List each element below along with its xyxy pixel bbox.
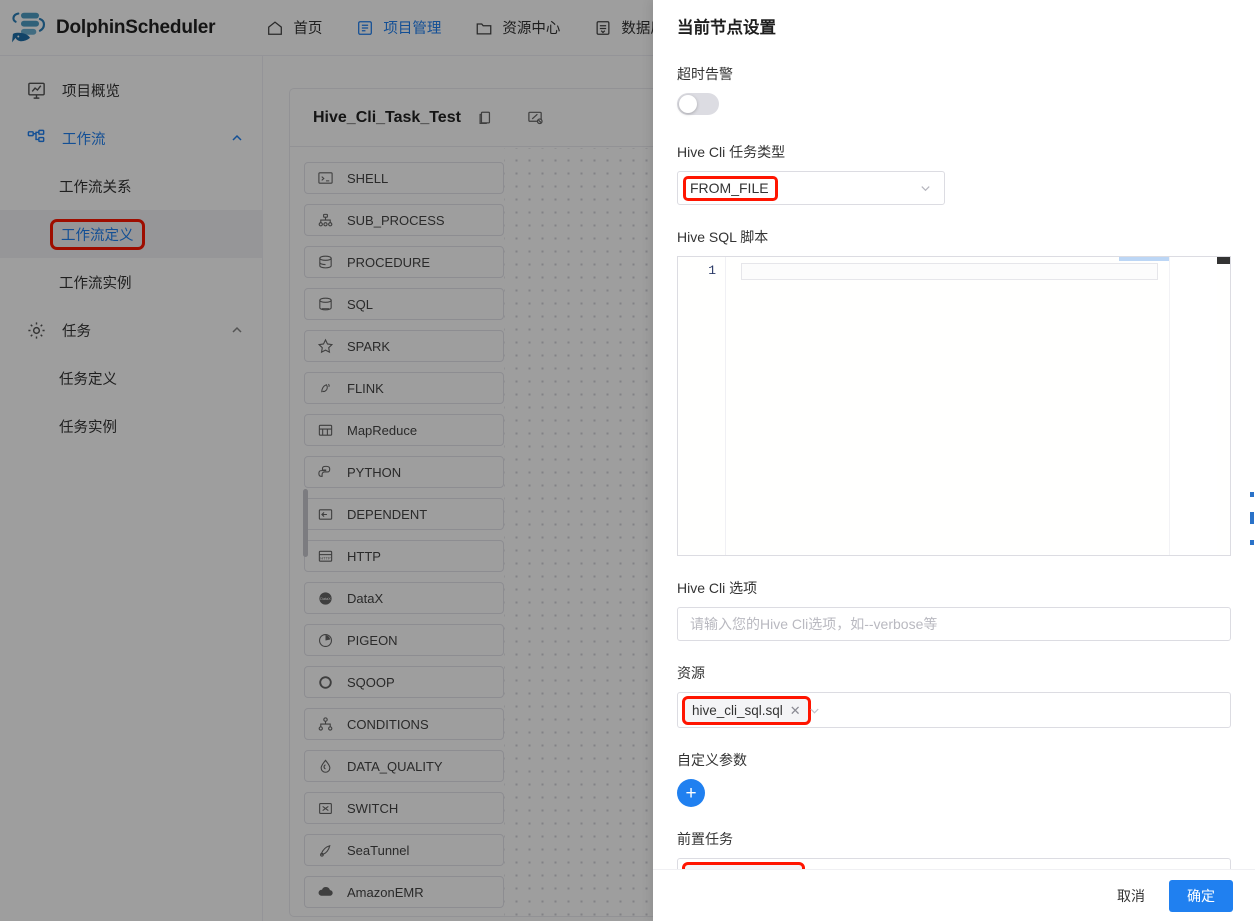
cancel-button[interactable]: 取消 [1107,880,1155,912]
hive-sql-editor[interactable]: 1 [677,256,1231,556]
resource-chip[interactable]: hive_cli_sql.sql ✕ [682,695,811,725]
hive-cli-task-type-select[interactable]: FROM_FILE [677,171,945,205]
label-custom-params: 自定义参数 [677,752,747,768]
hive-cli-options-input[interactable]: 请输入您的Hive Cli选项，如--verbose等 [677,607,1231,641]
edge-scroll-marks [1250,0,1255,921]
drawer-title: 当前节点设置 [677,19,776,37]
plus-icon: + [685,782,697,804]
editor-vertical-scroll-thumb[interactable] [1217,257,1230,264]
pre-tasks-select[interactable]: Hive_Cli_Task ✕ [677,858,1231,869]
confirm-button[interactable]: 确定 [1169,879,1233,912]
timeout-alarm-toggle[interactable] [677,93,719,115]
pre-task-chip[interactable]: Hive_Cli_Task ✕ [681,861,806,870]
label-hive-cli-options: Hive Cli 选项 [677,580,758,596]
label-hive-cli-task-type: Hive Cli 任务类型 [677,144,786,160]
screen-root: DolphinScheduler 首页 项目管理 资源中心 数据质量 项目概览 … [0,0,1255,921]
close-icon[interactable]: ✕ [790,704,801,717]
node-settings-drawer: 当前节点设置 超时告警 Hive Cli 任务类型 FROM_FILE Hive… [653,0,1255,921]
drawer-header: 当前节点设置 [653,0,1255,46]
pre-task-chip-label: Hive_Cli_Task [692,869,778,870]
chevron-down-icon-resources [810,708,819,714]
edge-mark [1250,512,1254,524]
editor-gutter: 1 [678,257,726,555]
editor-line-number: 1 [708,263,716,278]
editor-horizontal-slider[interactable] [1119,257,1169,261]
hive-cli-task-type-value: FROM_FILE [683,175,778,201]
editor-active-line [741,263,1158,280]
drawer-body: 超时告警 Hive Cli 任务类型 FROM_FILE Hive SQL 脚本 [653,46,1255,869]
drawer-footer: 取消 确定 [653,869,1255,921]
edge-mark [1250,492,1254,497]
edge-mark [1250,540,1254,545]
field-resources: 资源 hive_cli_sql.sql ✕ [677,663,1231,728]
hive-cli-options-placeholder: 请输入您的Hive Cli选项，如--verbose等 [690,616,938,632]
add-custom-param-button[interactable]: + [677,779,705,807]
label-resources: 资源 [677,665,705,681]
label-timeout-alarm: 超时告警 [677,66,733,82]
field-timeout-alarm: 超时告警 [677,64,1231,120]
label-pre-tasks: 前置任务 [677,831,733,847]
toggle-knob [679,95,697,113]
resource-chip-label: hive_cli_sql.sql [692,702,783,718]
resources-select[interactable]: hive_cli_sql.sql ✕ [677,692,1231,728]
field-pre-tasks: 前置任务 Hive_Cli_Task ✕ [677,829,1231,869]
label-hive-sql-script: Hive SQL 脚本 [677,229,769,245]
chevron-down-icon [921,186,930,192]
field-hive-sql-script: Hive SQL 脚本 1 [677,227,1231,556]
field-custom-params: 自定义参数 + [677,750,1231,807]
field-hive-cli-task-type: Hive Cli 任务类型 FROM_FILE [677,142,1231,205]
editor-minimap [1169,257,1217,555]
field-hive-cli-options: Hive Cli 选项 请输入您的Hive Cli选项，如--verbose等 [677,578,1231,641]
